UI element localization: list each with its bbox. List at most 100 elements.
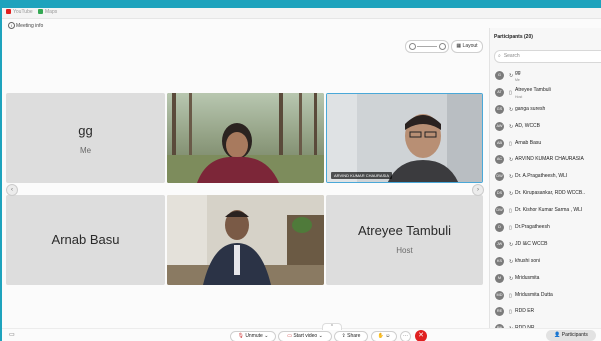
- more-icon: ⋯: [403, 333, 408, 339]
- participants-panel: Participants (20) ⌕ Search G ↻ gg Me AT ▯ Atre…: [489, 28, 601, 341]
- microphone-icon: 🎙: [237, 333, 244, 339]
- phone-call-icon: ↻: [509, 241, 514, 248]
- layout-button[interactable]: ▦ Layout: [451, 40, 483, 53]
- participant-row[interactable]: MD ▯ Mridusmita Dutta: [490, 288, 601, 305]
- bookmark-maps[interactable]: Maps: [38, 9, 57, 15]
- reactions-button[interactable]: ✋ ☺: [371, 331, 397, 341]
- phone-icon: ▯: [509, 292, 512, 299]
- zoom-slider[interactable]: [417, 46, 437, 47]
- participant-search-input[interactable]: ⌕ Search: [494, 50, 601, 63]
- avatar: RE: [495, 307, 504, 317]
- chevron-right-icon[interactable]: ›: [472, 184, 484, 196]
- bookmark-youtube[interactable]: YouTube: [6, 9, 33, 15]
- phone-icon: ▯: [509, 309, 512, 316]
- tile-atreyee-tambuli[interactable]: Atreyee Tambuli Host: [326, 195, 483, 285]
- participant-row[interactable]: GS ↻ ganga suresh: [490, 102, 601, 119]
- avatar: G: [495, 71, 504, 80]
- phone-call-icon: ↻: [509, 106, 514, 113]
- avatar: AT: [495, 87, 504, 97]
- avatar: AW: [495, 121, 504, 131]
- share-icon: ⇪: [341, 333, 346, 339]
- phone-call-icon: ↻: [509, 191, 514, 198]
- avatar: DW: [495, 206, 504, 216]
- zoom-out-icon[interactable]: [409, 43, 416, 50]
- avatar: GS: [495, 104, 504, 114]
- chevron-left-icon[interactable]: ‹: [6, 184, 18, 196]
- info-icon: i: [8, 22, 15, 29]
- avatar: MD: [495, 290, 504, 300]
- participant-row[interactable]: DS ↻ Dr. Kirupasankar, RDD WCCB..: [490, 186, 601, 203]
- participant-row[interactable]: AB ▯ Arnab Basu: [490, 136, 601, 153]
- meeting-window: YouTube Maps i Meeting info ▦ Layout gg M…: [2, 8, 601, 341]
- tile-name: Atreyee Tambuli: [358, 223, 451, 238]
- avatar: JW: [495, 239, 504, 249]
- youtube-icon: [6, 9, 11, 15]
- chevron-up-icon[interactable]: ⌃: [322, 323, 342, 330]
- phone-icon: ▯: [509, 208, 512, 215]
- zoom-control[interactable]: [405, 40, 449, 53]
- camera-icon: ▭: [287, 333, 292, 339]
- avatar: D: [495, 223, 504, 233]
- participant-row[interactable]: M ↻ Mridusmita: [490, 271, 601, 288]
- phone-icon: ▯: [509, 225, 512, 232]
- video-feed: [167, 195, 324, 285]
- tile-gg[interactable]: gg Me: [6, 93, 165, 183]
- participant-row[interactable]: RE ▯ RDD ER: [490, 304, 601, 321]
- participant-row[interactable]: DW ▯ Dr. Kishor Kumar Sarma , WLI: [490, 203, 601, 220]
- participant-row[interactable]: AW ↻ AD, WCCB: [490, 119, 601, 136]
- participant-row[interactable]: AT ▯ Atreyee Tambuli Host: [490, 85, 601, 102]
- phone-call-icon: ↻: [509, 73, 514, 79]
- avatar: DW: [495, 172, 504, 182]
- unmute-button[interactable]: 🎙 Unmute ⌄: [230, 331, 276, 341]
- start-video-button[interactable]: ▭ Start video ⌄: [278, 331, 332, 341]
- chevron-down-icon: ⌄: [318, 333, 323, 339]
- phone-call-icon: ↻: [509, 123, 514, 130]
- video-tile-arvind[interactable]: ARVIND KUMAR CHAURASIA: [326, 93, 483, 183]
- maps-icon: [38, 9, 43, 15]
- panel-title: Participants (20): [494, 34, 533, 40]
- avatar: KS: [495, 256, 504, 266]
- phone-call-icon: ↻: [509, 174, 514, 181]
- zoom-in-icon[interactable]: [439, 43, 446, 50]
- smiley-icon: ☺: [385, 333, 391, 339]
- participant-row[interactable]: AC ↻ ARVIND KUMAR CHAURASIA: [490, 152, 601, 169]
- tile-arnab-basu[interactable]: Arnab Basu: [6, 195, 165, 285]
- participant-list: G ↻ gg Me AT ▯ Atreyee Tambuli Host GS ↻ ganga s…: [490, 68, 601, 338]
- video-tile-2[interactable]: [167, 195, 324, 285]
- phone-icon: ▯: [509, 140, 512, 147]
- video-feed: [167, 93, 324, 183]
- video-feed: [327, 94, 482, 182]
- avatar: M: [495, 273, 504, 283]
- share-button[interactable]: ⇪ Share: [334, 331, 368, 341]
- phone-icon: ▯: [509, 89, 512, 96]
- meeting-controls-bar: ⌃ ▭ 🎙 Unmute ⌄ ▭ Start video ⌄ ⇪ Share ✋…: [2, 323, 601, 341]
- tile-name: gg: [78, 123, 93, 138]
- phone-call-icon: ↻: [509, 275, 514, 282]
- tile-name: Arnab Basu: [51, 232, 120, 247]
- tile-role: Me: [79, 146, 92, 155]
- hand-icon: ✋: [377, 333, 384, 339]
- participant-row[interactable]: KS ↻ khushi soni: [490, 254, 601, 271]
- participant-row[interactable]: G ↻ gg Me: [490, 68, 601, 85]
- video-tile-1[interactable]: [167, 93, 324, 183]
- avatar: AB: [495, 138, 504, 148]
- participants-button[interactable]: 👤 Participants: [546, 330, 596, 341]
- leave-meeting-button[interactable]: ✕: [415, 330, 427, 341]
- participant-row[interactable]: DW ↻ Dr. A.Pragatheesh, WLI: [490, 169, 601, 186]
- chevron-down-icon: ⌄: [264, 333, 269, 339]
- phone-call-icon: ↻: [509, 258, 514, 265]
- meeting-info-link[interactable]: i Meeting info: [8, 22, 43, 29]
- more-options-button[interactable]: ⋯: [400, 331, 411, 341]
- video-name-tag: ARVIND KUMAR CHAURASIA: [331, 172, 393, 179]
- close-icon: ✕: [418, 332, 424, 339]
- phone-call-icon: ↻: [509, 157, 514, 164]
- person-icon: 👤: [554, 332, 561, 338]
- tile-role: Host: [396, 246, 413, 255]
- chat-icon[interactable]: ▭: [9, 331, 15, 338]
- search-icon: ⌕: [498, 53, 501, 59]
- avatar: AC: [495, 155, 504, 165]
- avatar: DS: [495, 189, 504, 199]
- bookmarks-bar: YouTube Maps: [2, 8, 601, 19]
- participant-row[interactable]: D ▯ Dr.Pragatheesh: [490, 220, 601, 237]
- participant-row[interactable]: JW ↻ JD I&C WCCB: [490, 237, 601, 254]
